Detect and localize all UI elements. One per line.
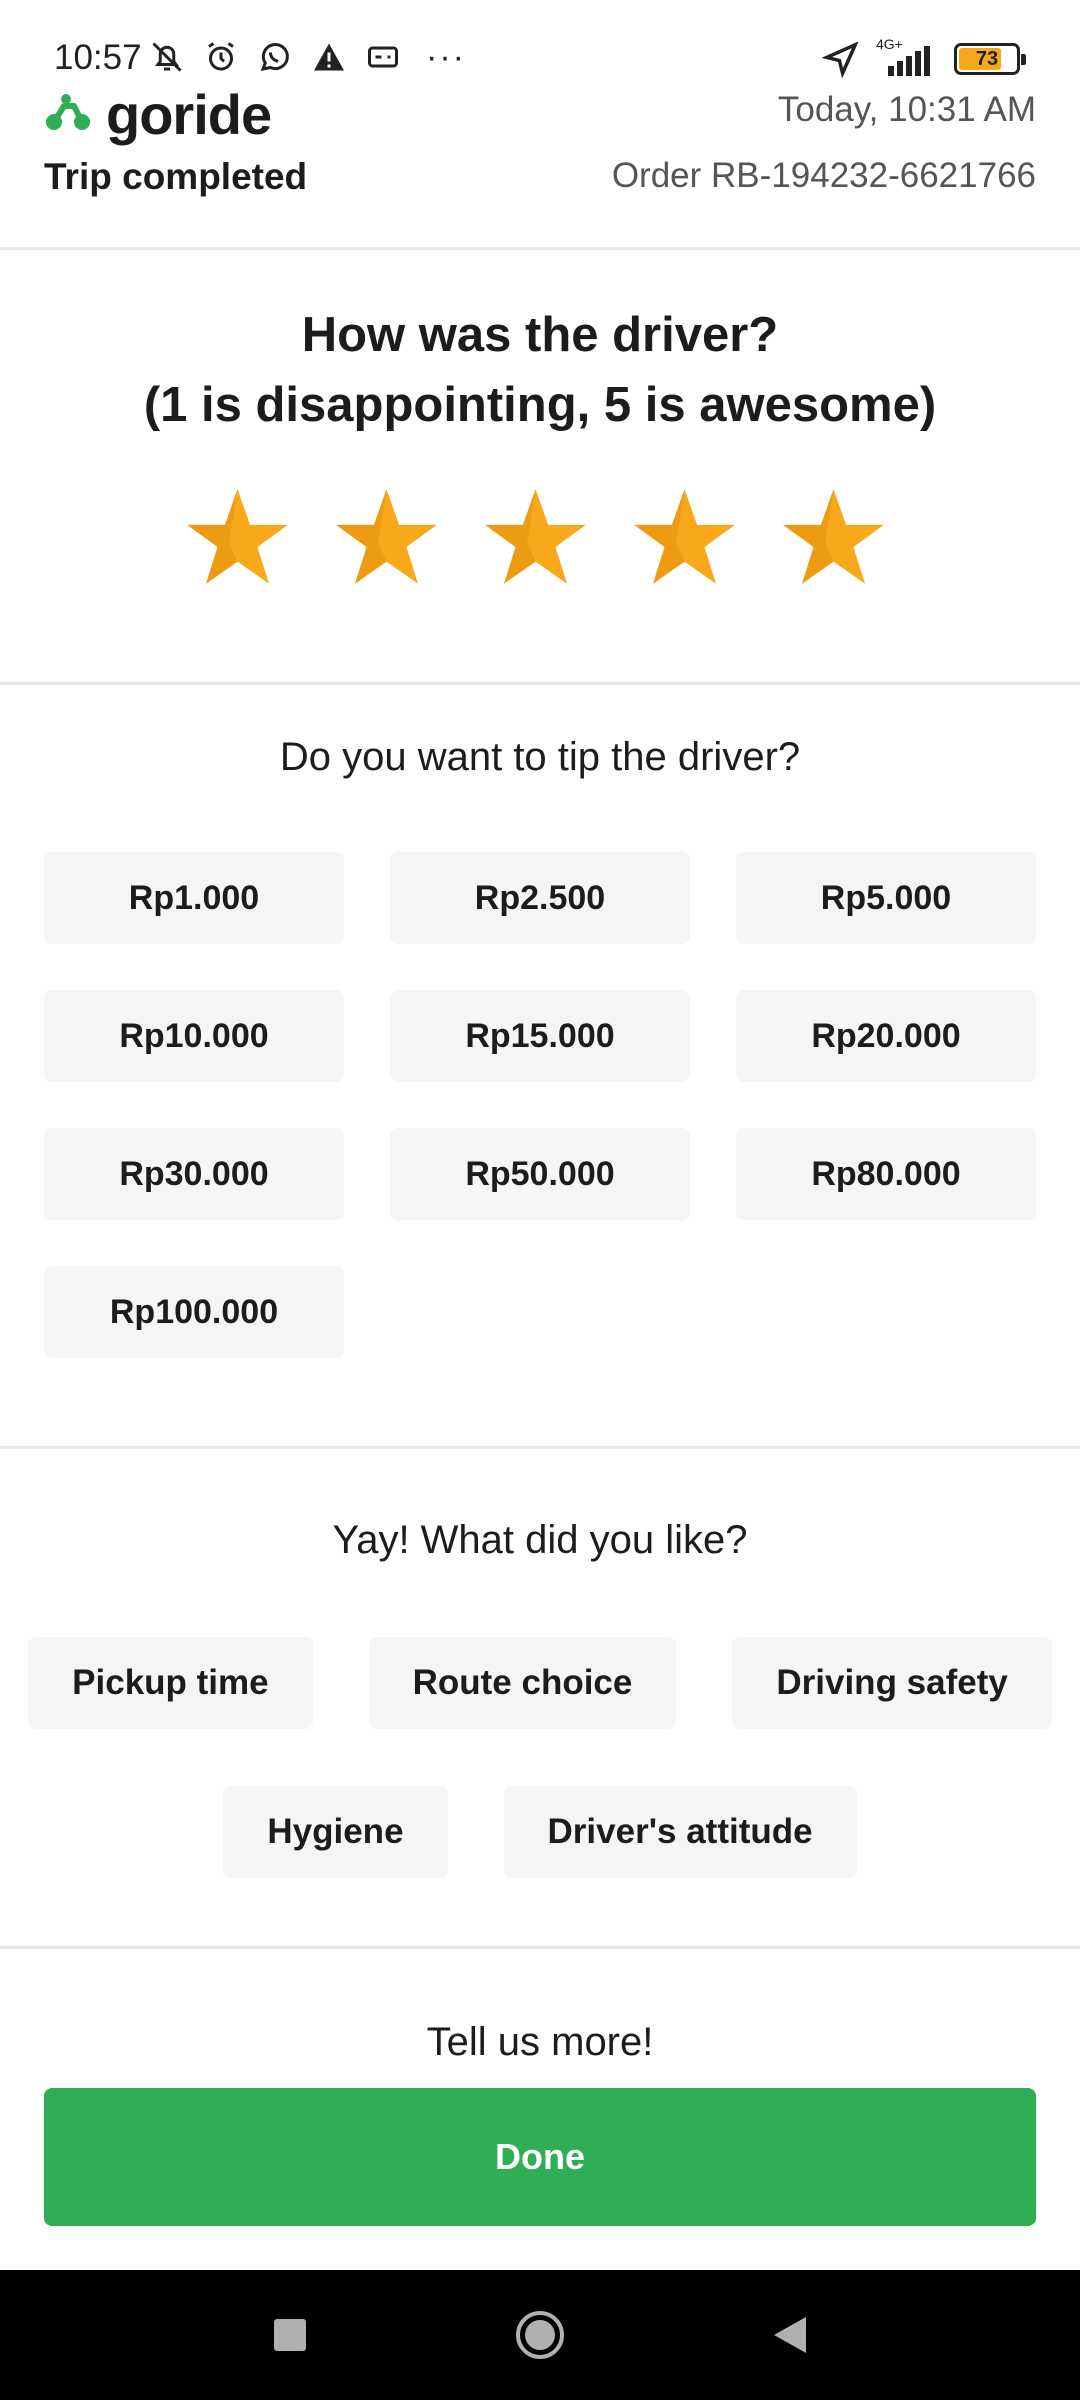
more-dots-icon: ··· bbox=[426, 38, 466, 76]
rating-question: How was the driver? (1 is disappointing,… bbox=[0, 300, 1080, 440]
tip-options: Rp1.000 Rp2.500 Rp5.000 Rp10.000 Rp15.000 Rp2… bbox=[44, 852, 1036, 1358]
divider bbox=[0, 682, 1080, 685]
alarm-icon bbox=[202, 38, 240, 76]
tip-option-button[interactable]: Rp100.000 bbox=[44, 1266, 344, 1358]
star-icon[interactable] bbox=[334, 485, 439, 590]
divider bbox=[0, 247, 1080, 250]
system-indicators: 4G+ 73 bbox=[822, 36, 1026, 78]
brand-logo: goride bbox=[44, 82, 272, 147]
network-type: 4G+ bbox=[876, 36, 903, 52]
status-bar: 10:57 ··· 4G+ 73 bbox=[0, 0, 1080, 84]
likes-row-2: Hygiene Driver's attitude bbox=[0, 1786, 1080, 1878]
card-icon bbox=[364, 38, 402, 76]
feedback-prompt[interactable]: Tell us more! bbox=[0, 2020, 1080, 2065]
like-chip[interactable]: Driver's attitude bbox=[503, 1786, 857, 1878]
tip-option-button[interactable]: Rp5.000 bbox=[736, 852, 1036, 944]
tip-question: Do you want to tip the driver? bbox=[279, 735, 801, 779]
back-icon[interactable] bbox=[760, 2305, 820, 2365]
divider bbox=[0, 1946, 1080, 1949]
whatsapp-icon bbox=[256, 38, 294, 76]
system-nav-bar bbox=[0, 2270, 1080, 2400]
status-time: 10:57 bbox=[54, 38, 142, 77]
star-icon[interactable] bbox=[632, 485, 737, 590]
tip-option-button[interactable]: Rp1.000 bbox=[44, 852, 344, 944]
tip-option-button[interactable]: Rp30.000 bbox=[44, 1128, 344, 1220]
battery-icon: 73 bbox=[954, 43, 1026, 75]
tip-option-button[interactable]: Rp2.500 bbox=[390, 852, 690, 944]
notification-icons: ··· bbox=[148, 38, 466, 76]
like-chip[interactable]: Hygiene bbox=[223, 1786, 448, 1878]
signal-icon: 4G+ bbox=[874, 36, 940, 76]
tip-option-button[interactable]: Rp80.000 bbox=[736, 1128, 1036, 1220]
likes-row-1: Pickup time Route choice Driving safety bbox=[0, 1637, 1080, 1729]
tip-option-button[interactable]: Rp10.000 bbox=[44, 990, 344, 1082]
recent-apps-icon[interactable] bbox=[260, 2305, 320, 2365]
trip-status: Trip completed bbox=[44, 156, 308, 197]
star-icon[interactable] bbox=[483, 485, 588, 590]
location-arrow-icon bbox=[822, 40, 860, 78]
done-button[interactable]: Done bbox=[44, 2088, 1036, 2226]
divider bbox=[0, 1446, 1080, 1449]
home-icon[interactable] bbox=[510, 2305, 570, 2365]
likes-question: Yay! What did you like? bbox=[332, 1518, 748, 1562]
rating-question-line1: How was the driver? bbox=[301, 308, 779, 362]
warning-icon bbox=[310, 38, 348, 76]
like-chip[interactable]: Pickup time bbox=[28, 1637, 313, 1729]
order-id: Order RB-194232-6621766 bbox=[611, 156, 1036, 195]
tip-option-button[interactable]: Rp50.000 bbox=[390, 1128, 690, 1220]
tip-option-button[interactable]: Rp20.000 bbox=[736, 990, 1036, 1082]
like-chip[interactable]: Driving safety bbox=[732, 1637, 1052, 1729]
battery-level: 73 bbox=[975, 47, 999, 70]
star-rating bbox=[185, 485, 886, 590]
like-chip[interactable]: Route choice bbox=[368, 1637, 677, 1729]
brand-name: goride bbox=[106, 83, 272, 146]
trip-date: Today, 10:31 AM bbox=[777, 90, 1036, 129]
bell-off-icon bbox=[148, 38, 186, 76]
star-icon[interactable] bbox=[185, 485, 290, 590]
tip-option-button[interactable]: Rp15.000 bbox=[390, 990, 690, 1082]
star-icon[interactable] bbox=[781, 485, 886, 590]
rating-question-line2: (1 is disappointing, 5 is awesome) bbox=[143, 378, 937, 432]
scooter-icon bbox=[44, 92, 92, 137]
